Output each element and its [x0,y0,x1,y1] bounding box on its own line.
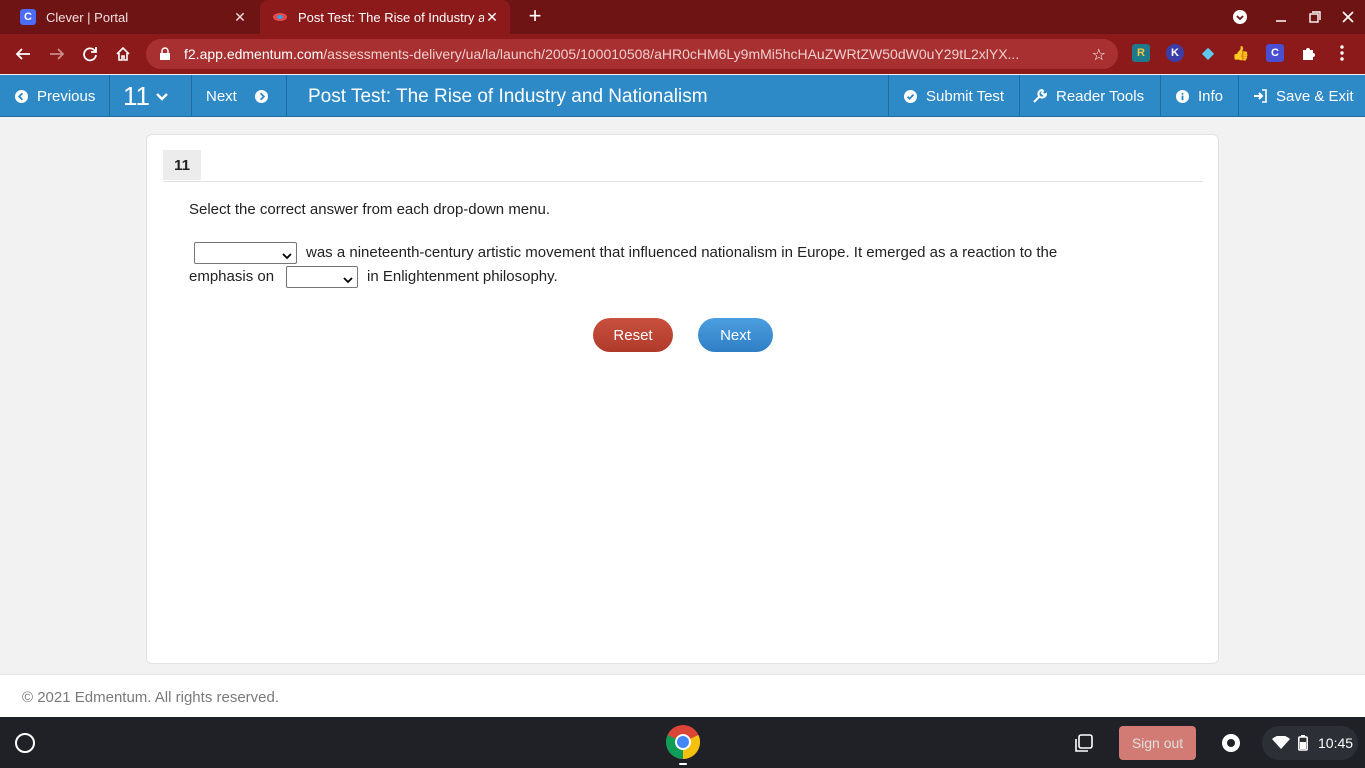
extension-k-icon[interactable]: K [1166,44,1184,62]
menu-kebab-icon[interactable] [1333,44,1351,62]
check-circle-icon [903,89,917,103]
question-number: 11 [123,80,150,111]
wrench-icon [1033,89,1047,103]
browser-tab-strip: C Clever | Portal ✕ Post Test: The Rise … [0,0,1365,34]
question-text-prefix: emphasis on [189,268,275,285]
tab-search-icon[interactable] [1223,0,1257,34]
question-card: 11 Select the correct answer from each d… [146,134,1219,664]
tab-clever-portal[interactable]: C Clever | Portal ✕ [8,0,258,34]
close-icon[interactable]: ✕ [484,9,500,25]
extension-r-icon[interactable]: R [1132,44,1150,62]
reader-tools-button[interactable]: Reader Tools [1020,75,1161,117]
url-text: f2.app.edmentum.com/assessments-delivery… [184,46,1020,62]
next-label: Next [206,87,237,105]
launcher-icon[interactable] [15,733,35,753]
info-button[interactable]: Info [1161,75,1239,117]
reload-icon[interactable] [78,42,102,66]
submit-test-button[interactable]: Submit Test [888,75,1020,117]
submit-test-label: Submit Test [926,87,1005,105]
page-footer: © 2021 Edmentum. All rights reserved. [0,674,1365,717]
info-label: Info [1198,87,1224,105]
os-shelf: Sign out 10:45 [0,717,1365,768]
close-window-icon[interactable] [1331,0,1365,34]
address-bar[interactable]: f2.app.edmentum.com/assessments-delivery… [146,39,1118,69]
question-number-tab: 11 [163,150,201,180]
next-button[interactable]: Next [698,318,773,352]
browser-toolbar: f2.app.edmentum.com/assessments-delivery… [0,34,1365,74]
save-exit-label: Save & Exit [1276,87,1354,105]
next-question-button[interactable]: Next [192,75,287,117]
clock-time: 10:45 [1318,735,1354,751]
screen-capture-icon[interactable] [1220,732,1242,754]
clever-icon: C [20,9,36,25]
question-text-suffix: in Enlightenment philosophy. [367,268,558,285]
test-title: Post Test: The Rise of Industry and Nati… [308,86,708,107]
lock-icon[interactable] [158,47,172,61]
bookmark-star-icon[interactable]: ☆ [1092,45,1106,65]
extension-c-icon[interactable]: C [1266,44,1284,62]
reset-button[interactable]: Reset [593,318,673,352]
battery-icon [1298,735,1308,754]
question-text-line-1: was a nineteenth-century artistic moveme… [306,244,1058,261]
close-icon[interactable]: ✕ [232,9,248,25]
chevron-down-icon [343,272,353,284]
restore-icon[interactable] [1298,0,1332,34]
arrow-left-circle-icon [14,89,28,103]
home-icon[interactable] [111,42,135,66]
info-circle-icon [1175,89,1189,103]
arrow-right-circle-icon [255,89,269,103]
tab-title: Post Test: The Rise of Industry and Nati… [298,9,484,25]
reader-tools-label: Reader Tools [1056,87,1145,105]
chevron-down-icon [282,248,292,260]
extension-diamond-icon[interactable]: ◆ [1199,44,1217,62]
extensions-puzzle-icon[interactable] [1299,44,1317,62]
question-instruction: Select the correct answer from each drop… [189,201,551,218]
wifi-icon [1272,735,1290,753]
tab-post-test[interactable]: Post Test: The Rise of Industry and Nati… [260,0,510,34]
question-selector[interactable]: 11 [110,75,192,117]
chevron-down-icon [156,88,168,105]
previous-button[interactable]: Previous [0,75,110,117]
new-tab-icon[interactable]: + [524,5,546,27]
answer-dropdown-1[interactable] [194,242,297,264]
status-area[interactable]: 10:45 [1262,726,1358,760]
edmentum-icon [272,9,288,25]
sign-out-button[interactable]: Sign out [1119,726,1196,760]
extension-thumb-icon[interactable]: 👍 [1232,44,1250,62]
answer-dropdown-2[interactable] [286,266,358,288]
running-indicator [679,763,687,765]
copyright-text: © 2021 Edmentum. All rights reserved. [22,689,280,706]
tab-title: Clever | Portal [46,9,129,25]
forward-icon[interactable] [45,42,69,66]
holding-space-icon[interactable] [1073,732,1095,754]
test-header-bar: Previous 11 Next Post Test: The Rise of … [0,75,1365,117]
minimize-icon[interactable] [1264,0,1298,34]
save-exit-button[interactable]: Save & Exit [1239,75,1365,117]
chrome-browser-icon[interactable] [665,724,701,760]
previous-label: Previous [37,87,96,105]
divider [163,181,1203,182]
back-icon[interactable] [11,42,35,66]
sign-in-icon [1253,89,1267,103]
